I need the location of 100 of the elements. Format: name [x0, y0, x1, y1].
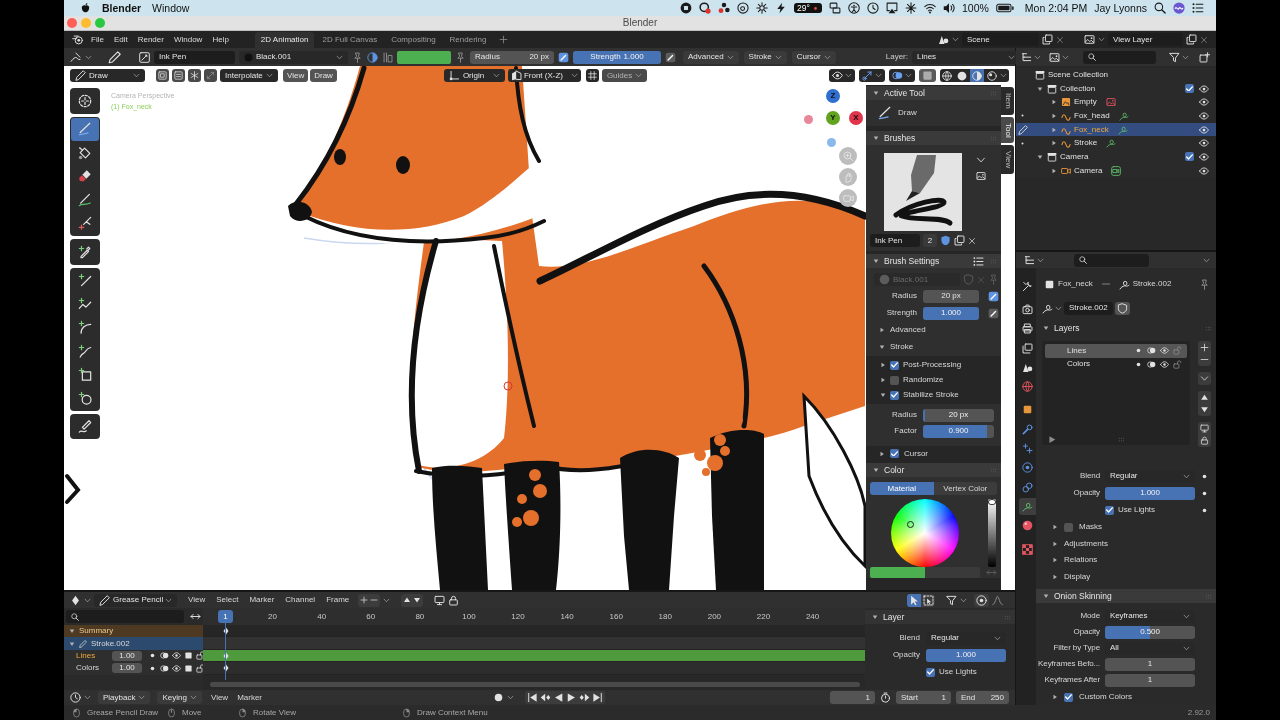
orientation-dropdown[interactable]: Front (X-Z) [507, 69, 581, 82]
list-icon[interactable] [1192, 2, 1204, 14]
disclosure-triangle-icon[interactable] [872, 614, 878, 620]
layer-row[interactable]: Colors [1045, 357, 1187, 371]
workspace-tab[interactable]: Compositing [385, 32, 442, 48]
panel-header[interactable]: Active Tool [866, 86, 1001, 100]
previous-keyframe-icon[interactable] [540, 692, 552, 703]
asterisk-icon[interactable] [904, 2, 917, 14]
color-swatch[interactable] [870, 567, 925, 578]
copy-icon[interactable] [1042, 34, 1053, 45]
move-buttons[interactable] [1198, 391, 1211, 416]
toggle-button[interactable] [585, 69, 599, 82]
layer-row[interactable]: Lines [1045, 344, 1187, 358]
checkbox[interactable] [890, 390, 899, 400]
copy-icon[interactable] [1186, 34, 1197, 45]
triangle-right-icon[interactable] [1048, 434, 1057, 444]
logo-icon[interactable] [72, 34, 83, 45]
caret-icon[interactable] [952, 36, 959, 43]
pen-pressure-icon[interactable] [988, 290, 999, 302]
menu-item[interactable]: Window [168, 35, 208, 44]
playhead[interactable]: 1 [218, 610, 233, 680]
disclosure-triangle-icon[interactable] [1036, 85, 1043, 92]
bars-icon[interactable] [382, 51, 393, 63]
shading-button[interactable] [955, 69, 969, 82]
orb-icon[interactable] [1173, 2, 1185, 14]
properties-tab[interactable] [1019, 320, 1036, 337]
subpanel-title[interactable]: Masks [1079, 523, 1103, 531]
cone-sphere-icon[interactable] [938, 34, 949, 45]
scrollbar[interactable] [210, 681, 860, 687]
dots-icon[interactable] [718, 2, 731, 14]
channel-name[interactable]: Stroke.002 [91, 639, 203, 648]
eye-icon[interactable] [172, 651, 181, 661]
disclosure-triangle-icon[interactable] [1052, 573, 1058, 580]
channel-row[interactable]: Summary [64, 625, 203, 638]
shading-button[interactable] [985, 69, 999, 82]
toggle-button[interactable] [188, 69, 201, 82]
pen-pressure-icon[interactable] [988, 307, 999, 319]
sun-icon[interactable] [756, 2, 769, 14]
menu-item[interactable]: Edit [108, 35, 133, 44]
axis-handle[interactable]: Y [826, 111, 840, 125]
disclosure-triangle-icon[interactable] [873, 135, 879, 141]
toggle-buttons[interactable] [1198, 422, 1211, 447]
stroke-icon[interactable] [1042, 302, 1053, 314]
image-icon[interactable] [1049, 51, 1060, 63]
brush-field[interactable]: Ink Pen [154, 50, 235, 64]
end-frame-field[interactable]: End 250 [956, 691, 1009, 704]
stop-circle-icon[interactable] [680, 2, 693, 14]
caret-icon[interactable] [1000, 72, 1007, 79]
caret-icon[interactable] [1182, 53, 1189, 61]
eye-icon[interactable] [1199, 83, 1209, 94]
brush-name-field[interactable]: Ink Pen [870, 234, 920, 247]
slider-field[interactable]: 0.900 [923, 424, 994, 438]
image-icon[interactable] [976, 171, 986, 181]
brush-icon[interactable] [139, 51, 150, 63]
sidebar-tab[interactable]: View [1001, 145, 1014, 175]
grip-icon[interactable] [1117, 435, 1126, 443]
close-icon[interactable] [1056, 35, 1064, 44]
battery-icon[interactable] [995, 3, 1014, 13]
menu-item[interactable]: Select [216, 596, 239, 604]
close-icon[interactable] [1200, 35, 1208, 44]
subpanel-title[interactable]: Randomize [903, 376, 944, 384]
slider-field[interactable]: 1.000 [926, 648, 1006, 662]
copy-icon[interactable] [954, 235, 965, 246]
caret-icon[interactable] [1034, 53, 1041, 61]
channel-name[interactable]: Lines [76, 651, 109, 660]
popover-menu[interactable]: Stroke [743, 50, 787, 64]
axis-handle[interactable]: Z [826, 89, 840, 103]
lock-icon[interactable] [196, 663, 205, 673]
clock-icon[interactable] [866, 2, 879, 14]
number-field[interactable]: 1 [1105, 673, 1195, 687]
checkbox[interactable] [1105, 505, 1114, 515]
tree-list-icon[interactable] [1021, 51, 1032, 63]
pen-stroke-drawing[interactable] [884, 153, 962, 231]
panel-header[interactable]: Layers [1036, 321, 1216, 335]
caret-icon[interactable] [85, 53, 92, 61]
eye-icon[interactable] [172, 663, 181, 673]
app-menu[interactable]: Blender [102, 2, 142, 14]
caret-icon[interactable] [84, 694, 91, 701]
tool-button[interactable] [71, 117, 99, 141]
speaker-icon[interactable] [942, 2, 955, 14]
menu-item[interactable]: View [188, 596, 206, 604]
pen-icon[interactable] [108, 50, 121, 64]
add-remove-buttons[interactable] [1198, 341, 1211, 366]
image-icon[interactable] [1084, 34, 1095, 45]
disclosure-triangle-icon[interactable] [1050, 167, 1057, 174]
ring-dot-icon[interactable] [699, 2, 712, 14]
sidebar-tab[interactable]: Tool [1001, 116, 1014, 144]
list-icon[interactable] [973, 255, 984, 267]
select-tool-button[interactable] [921, 593, 935, 607]
filter-icon[interactable] [1169, 51, 1180, 63]
menu-dropdown[interactable]: Playback [98, 691, 151, 704]
checkbox[interactable] [1185, 152, 1194, 162]
proportional-toggle[interactable] [974, 593, 989, 607]
value-slider[interactable] [988, 499, 996, 567]
toggle-button[interactable] [204, 69, 217, 82]
checkbox-label[interactable]: Use Lights [939, 668, 977, 676]
caret-icon[interactable] [976, 155, 986, 165]
xray-toggle[interactable] [919, 69, 936, 82]
radius-field[interactable]: Radius 20 px [470, 50, 554, 64]
eye-icon[interactable] [1199, 138, 1209, 149]
